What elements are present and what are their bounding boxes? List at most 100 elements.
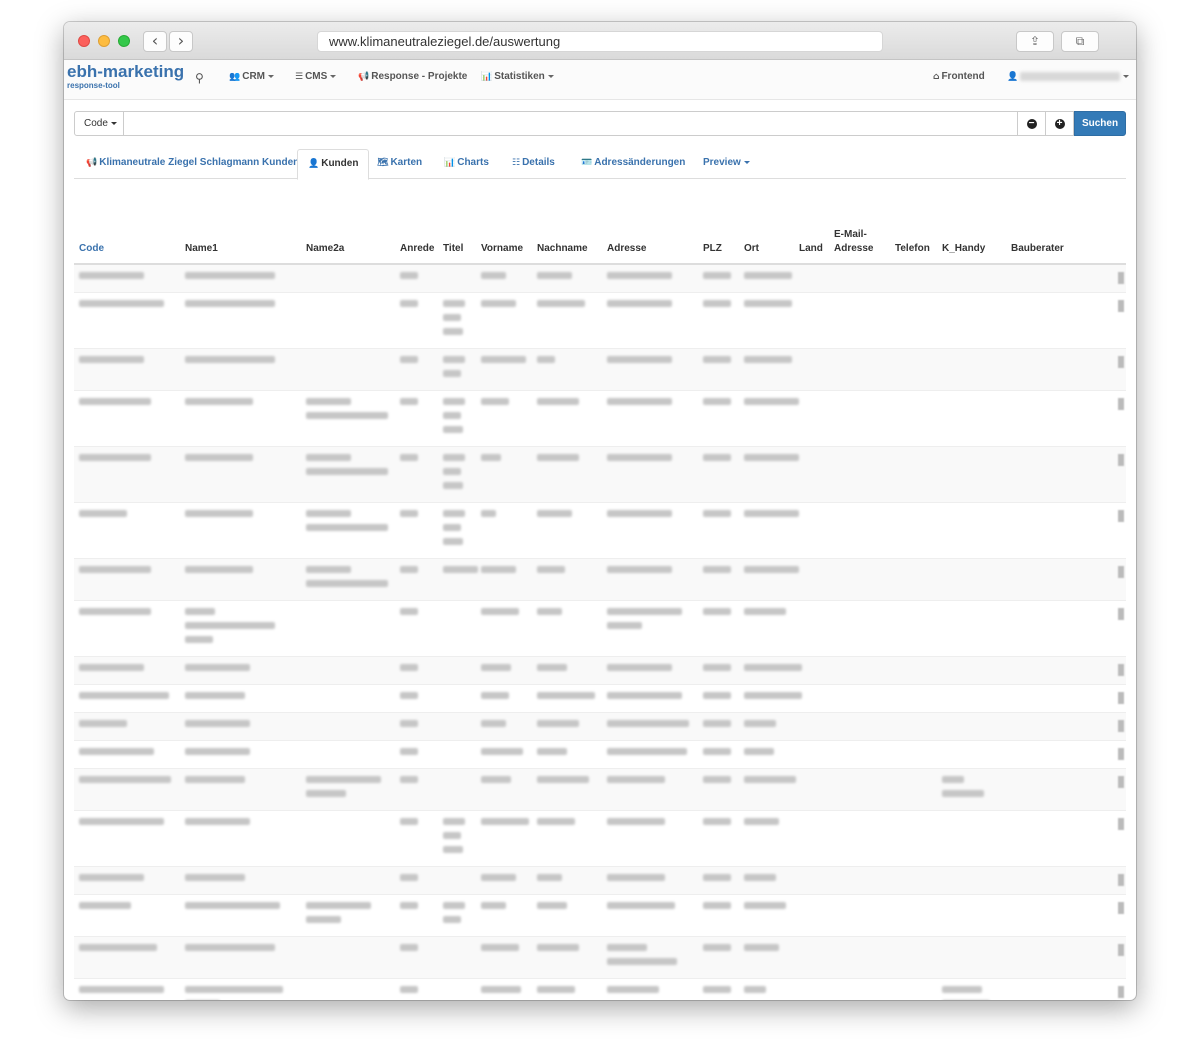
- tab-preview[interactable]: Preview: [693, 149, 760, 179]
- table-row[interactable]: [74, 655, 1126, 684]
- caret-down-icon: [547, 74, 554, 78]
- tab-project[interactable]: 📢 Klimaneutrale Ziegel Schlagmann Kunden: [76, 149, 309, 179]
- table-row[interactable]: [74, 557, 1126, 600]
- table-cell-redacted: [532, 291, 602, 348]
- tabs-overview-button[interactable]: ⧉: [1061, 31, 1099, 52]
- table-cell-redacted: [890, 445, 937, 502]
- table-row[interactable]: [74, 711, 1126, 740]
- redacted-text: [537, 817, 575, 825]
- row-action-icon[interactable]: [1118, 775, 1124, 788]
- table-cell-redacted: [395, 655, 438, 684]
- close-window-button[interactable]: [78, 35, 90, 47]
- table-row[interactable]: [74, 389, 1126, 446]
- table-row[interactable]: [74, 347, 1126, 390]
- row-action-icon[interactable]: [1118, 272, 1124, 284]
- table-cell-redacted: [794, 977, 829, 1000]
- table-row[interactable]: [74, 893, 1126, 936]
- table-cell-redacted: [794, 389, 829, 446]
- table-row[interactable]: [74, 263, 1126, 292]
- tab-charts[interactable]: 📊 Charts: [434, 149, 499, 179]
- caret-down-icon: [330, 74, 337, 78]
- table-cell-redacted: [794, 445, 829, 502]
- redacted-text: [400, 607, 418, 615]
- table-row[interactable]: [74, 809, 1126, 866]
- col-header-code[interactable]: Code: [74, 200, 180, 265]
- add-filter-button[interactable]: +: [1045, 111, 1074, 136]
- table-row[interactable]: [74, 501, 1126, 558]
- redacted-text: [400, 873, 418, 881]
- table-cell-redacted: [301, 501, 395, 558]
- row-action-icon[interactable]: [1118, 873, 1124, 886]
- brand-logo[interactable]: ebh-marketing response-tool: [67, 62, 184, 90]
- nav-frontend[interactable]: ⌂ Frontend: [933, 71, 985, 82]
- row-action-icon[interactable]: [1118, 397, 1124, 410]
- share-button[interactable]: ⇪: [1016, 31, 1054, 52]
- redacted-text: [185, 691, 245, 699]
- redacted-text: [306, 565, 351, 573]
- row-action-icon[interactable]: [1118, 607, 1124, 620]
- table-row[interactable]: [74, 767, 1126, 810]
- redacted-text: [942, 999, 990, 1000]
- table-row[interactable]: [74, 865, 1126, 894]
- zoom-window-button[interactable]: [118, 35, 130, 47]
- nav-cms[interactable]: ☰ CMS: [295, 71, 337, 82]
- table-cell-redacted: [739, 291, 794, 348]
- row-action-icon[interactable]: [1118, 691, 1124, 704]
- table-cell-redacted: [829, 865, 890, 894]
- nav-response-projekte[interactable]: 📢 Response - Projekte: [358, 71, 467, 82]
- tab-adressaenderungen[interactable]: 🪪 Adressänderungen: [571, 149, 695, 179]
- row-action-icon[interactable]: [1118, 719, 1124, 732]
- table-row[interactable]: [74, 739, 1126, 768]
- address-bar[interactable]: www.klimaneutraleziegel.de/auswertung: [317, 31, 883, 52]
- row-action-icon[interactable]: [1118, 299, 1124, 312]
- search-field-dropdown[interactable]: Code: [74, 111, 124, 136]
- nav-statistiken[interactable]: 📊 Statistiken: [481, 71, 554, 82]
- user-menu[interactable]: 👤: [1007, 71, 1130, 82]
- row-action-icon[interactable]: [1118, 901, 1124, 914]
- table-cell-redacted: [739, 263, 794, 292]
- row-action-icon[interactable]: [1118, 985, 1124, 998]
- redacted-text: [185, 397, 253, 405]
- row-action-icon[interactable]: [1118, 663, 1124, 676]
- nav-crm[interactable]: 👥 CRM: [229, 71, 274, 82]
- row-action-icon[interactable]: [1118, 509, 1124, 522]
- minimize-window-button[interactable]: [98, 35, 110, 47]
- row-action-icon[interactable]: [1118, 817, 1124, 830]
- row-action-icon[interactable]: [1118, 943, 1124, 956]
- forward-button[interactable]: ›: [169, 31, 193, 52]
- table-row[interactable]: [74, 683, 1126, 712]
- table-row[interactable]: [74, 599, 1126, 656]
- table-cell-redacted: [739, 557, 799, 600]
- tab-kunden[interactable]: 👤 Kunden: [297, 149, 370, 180]
- search-input[interactable]: [123, 111, 1018, 136]
- row-action-icon[interactable]: [1118, 355, 1124, 368]
- table-cell-redacted: [476, 711, 532, 740]
- table-row[interactable]: [74, 977, 1126, 1000]
- redacted-text: [79, 943, 157, 951]
- redacted-text: [481, 747, 523, 755]
- remove-filter-button[interactable]: −: [1017, 111, 1046, 136]
- back-button[interactable]: ‹: [143, 31, 167, 52]
- row-action-icon[interactable]: [1118, 565, 1124, 578]
- tab-karten[interactable]: 🗺 Karten: [367, 149, 432, 179]
- table-row[interactable]: [74, 291, 1126, 348]
- table-cell-redacted: [829, 445, 890, 502]
- table-row[interactable]: [74, 935, 1126, 978]
- redacted-text: [607, 691, 682, 699]
- redacted-text: [185, 565, 253, 573]
- tab-details[interactable]: ☷ Details: [502, 149, 565, 179]
- table-body: [74, 263, 1126, 1000]
- table-cell-redacted: [1006, 935, 1126, 978]
- table-row[interactable]: [74, 445, 1126, 502]
- table-cell-redacted: [180, 893, 301, 936]
- redacted-text: [443, 425, 463, 433]
- search-button[interactable]: Suchen: [1074, 111, 1126, 136]
- row-action-icon[interactable]: [1118, 747, 1124, 760]
- search-icon[interactable]: ⚲: [195, 71, 204, 85]
- table-cell-redacted: [532, 389, 602, 446]
- table-cell-redacted: [395, 445, 438, 502]
- redacted-text: [537, 901, 567, 909]
- row-action-icon[interactable]: [1118, 453, 1124, 466]
- redacted-text: [443, 411, 461, 419]
- table-cell-redacted: [794, 347, 829, 390]
